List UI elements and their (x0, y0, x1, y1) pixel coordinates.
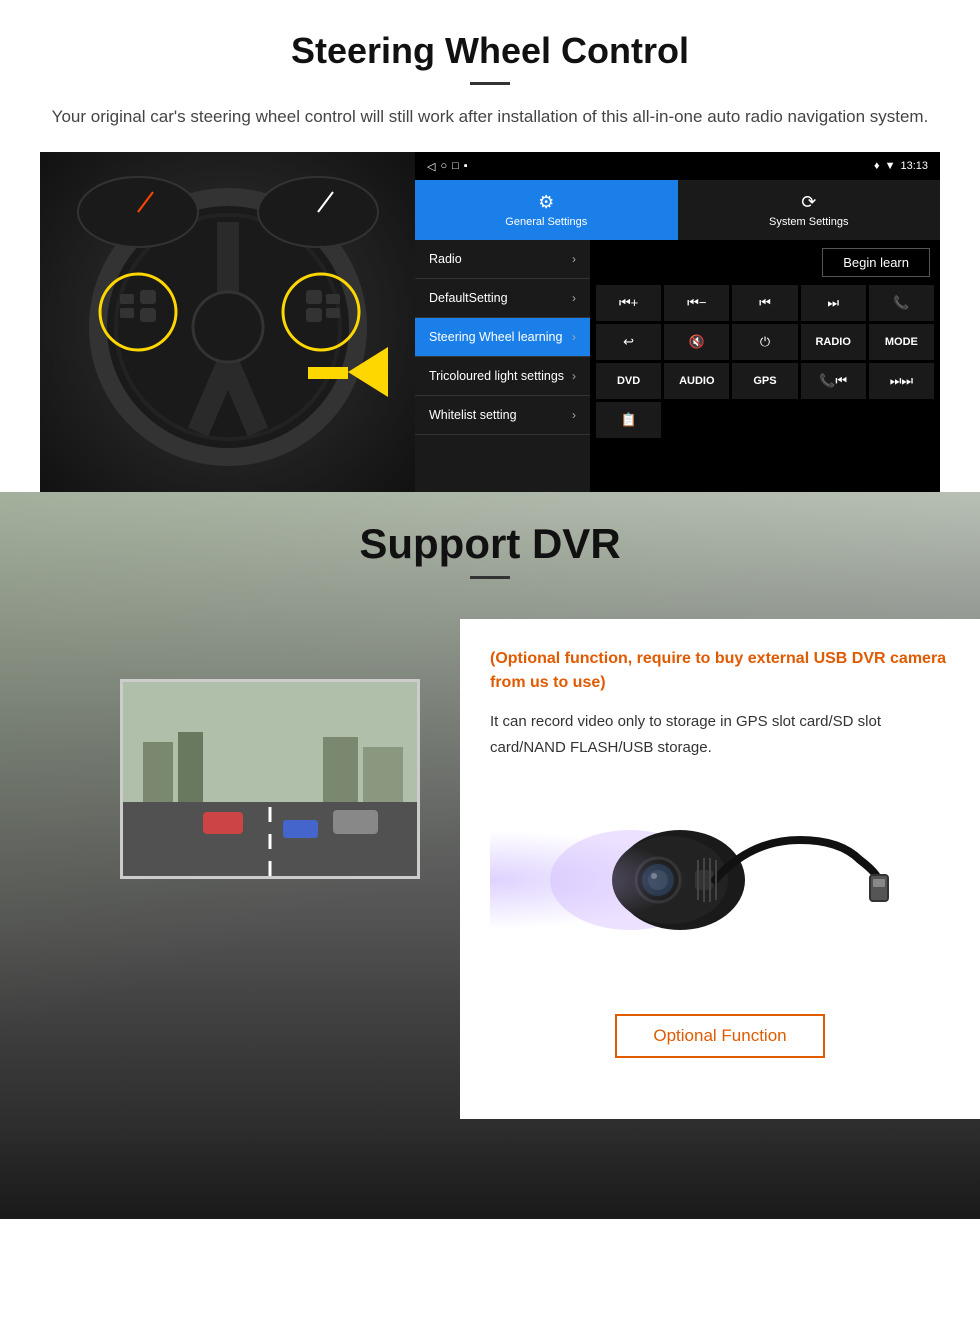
ctrl-prev[interactable]: ⏮ (732, 285, 797, 321)
android-panel: Begin learn ⏮+ ⏮− ⏮ ⏭ 📞 ↩ 🔇 ⏻ RADIO (590, 240, 940, 492)
steering-wheel-svg (58, 172, 398, 472)
menu-item-tricoloured[interactable]: Tricoloured light settings › (415, 357, 590, 396)
steering-demo: ◁ ○ □ ▪ ♦ ▼ 13:13 ⚙ General Settings (40, 152, 940, 492)
menu-item-whitelist[interactable]: Whitelist setting › (415, 396, 590, 435)
menu-item-steering-wheel-learning[interactable]: Steering Wheel learning › (415, 318, 590, 357)
ctrl-extra[interactable]: 📋 (596, 402, 661, 438)
steering-photo (40, 152, 415, 492)
steering-subtitle: Your original car's steering wheel contr… (40, 103, 940, 130)
dvr-title-area: Support DVR (0, 492, 980, 589)
ctrl-next[interactable]: ⏭ (801, 285, 866, 321)
tab-general-label: General Settings (505, 216, 587, 228)
location-icon: ♦ (874, 160, 880, 172)
chevron-icon: › (572, 252, 576, 266)
begin-learn-row: Begin learn (590, 240, 940, 285)
tab-system-label: System Settings (769, 216, 848, 228)
tab-general-settings[interactable]: ⚙ General Settings (415, 180, 678, 240)
android-statusbar: ◁ ○ □ ▪ ♦ ▼ 13:13 (415, 152, 940, 180)
android-menu: Radio › DefaultSetting › Steering Wheel … (415, 240, 590, 492)
chevron-icon: › (572, 369, 576, 383)
optional-function-container: Optional Function (490, 1004, 950, 1058)
recent-icon: □ (452, 160, 459, 172)
thumbnail-scene-svg (123, 682, 417, 876)
ctrl-phone[interactable]: 📞 (869, 285, 934, 321)
ctrl-mute[interactable]: 🔇 (664, 324, 729, 360)
ctrl-back[interactable]: ↩ (596, 324, 661, 360)
dvr-section: Support DVR (0, 492, 980, 1219)
chevron-icon: › (572, 291, 576, 305)
dvr-optional-note: (Optional function, require to buy exter… (490, 647, 950, 695)
gear-icon: ⚙ (538, 192, 554, 213)
chevron-icon: › (572, 408, 576, 422)
optional-function-button[interactable]: Optional Function (615, 1014, 824, 1058)
menu-item-radio[interactable]: Radio › (415, 240, 590, 279)
ctrl-radio[interactable]: RADIO (801, 324, 866, 360)
ctrl-vol-down[interactable]: ⏮− (664, 285, 729, 321)
dvr-camera-image (490, 780, 950, 980)
back-icon: ◁ (427, 160, 435, 173)
dvr-title-divider (470, 576, 510, 579)
android-content: Radio › DefaultSetting › Steering Wheel … (415, 240, 940, 492)
ctrl-mode[interactable]: MODE (869, 324, 934, 360)
ctrl-audio[interactable]: AUDIO (664, 363, 729, 399)
dvr-camera-svg (550, 780, 890, 970)
ctrl-gps[interactable]: GPS (732, 363, 797, 399)
android-tabs: ⚙ General Settings ⟳ System Settings (415, 180, 940, 240)
title-divider (470, 82, 510, 85)
dvr-description: It can record video only to storage in G… (490, 709, 950, 760)
steering-title: Steering Wheel Control (40, 30, 940, 72)
menu-item-defaultsetting[interactable]: DefaultSetting › (415, 279, 590, 318)
ctrl-next2[interactable]: ⏭⏭ (869, 363, 934, 399)
control-grid: ⏮+ ⏮− ⏮ ⏭ 📞 ↩ 🔇 ⏻ RADIO MODE DVD AUDIO (590, 285, 940, 444)
ctrl-phone-prev[interactable]: 📞⏮ (801, 363, 866, 399)
system-icon: ⟳ (801, 192, 816, 213)
ctrl-power[interactable]: ⏻ (732, 324, 797, 360)
ctrl-vol-up[interactable]: ⏮+ (596, 285, 661, 321)
ctrl-dvd[interactable]: DVD (596, 363, 661, 399)
android-ui: ◁ ○ □ ▪ ♦ ▼ 13:13 ⚙ General Settings (415, 152, 940, 492)
tab-system-settings[interactable]: ⟳ System Settings (678, 180, 941, 240)
statusbar-nav-icons: ◁ ○ □ ▪ (427, 160, 468, 173)
statusbar-status-icons: ♦ ▼ 13:13 (874, 160, 928, 172)
clock: 13:13 (900, 160, 928, 172)
wifi-icon: ▼ (885, 160, 896, 172)
begin-learn-button[interactable]: Begin learn (822, 248, 930, 277)
steering-section: Steering Wheel Control Your original car… (0, 0, 980, 492)
dvr-content-row: (Optional function, require to buy exter… (0, 589, 980, 1139)
dvr-camera-thumbnail (120, 679, 420, 879)
record-icon: ▪ (464, 160, 468, 172)
dvr-title: Support DVR (0, 520, 980, 568)
dvr-info-card: (Optional function, require to buy exter… (460, 619, 980, 1119)
chevron-icon: › (572, 330, 576, 344)
dvr-bottom-bg (0, 1139, 980, 1219)
home-icon: ○ (440, 160, 447, 172)
